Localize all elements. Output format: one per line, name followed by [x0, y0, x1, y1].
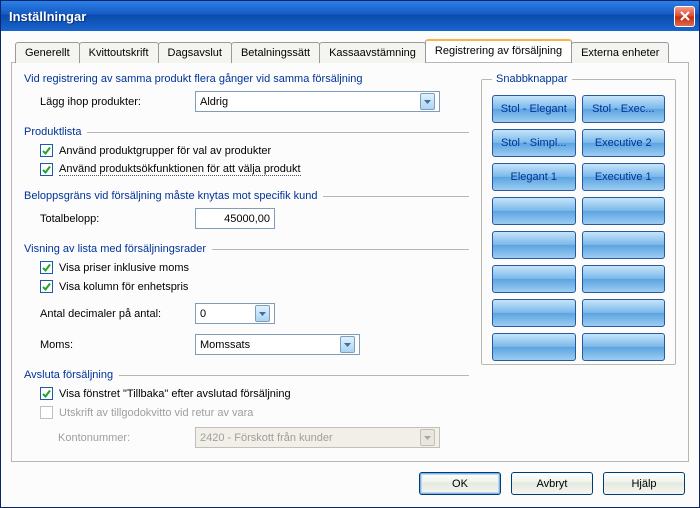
cb-back-window[interactable]: Visa fönstret "Tillbaka" efter avslutad …	[40, 387, 291, 400]
combine-select[interactable]: Aldrig	[195, 91, 440, 112]
cb-product-groups[interactable]: Använd produktgrupper för val av produkt…	[40, 144, 271, 157]
vat-label: Moms:	[40, 339, 195, 351]
acct-label: Kontonummer:	[58, 432, 195, 444]
tab-generellt[interactable]: Generellt	[15, 42, 80, 63]
section-view-title: Visning av lista med försäljningsrader	[24, 243, 206, 255]
decimals-select[interactable]: 0	[195, 303, 275, 324]
tab-dagsavslut[interactable]: Dagsavslut	[158, 42, 232, 63]
quick-button[interactable]: Stol - Simpl...	[492, 129, 576, 157]
tab-kvittoutskrift[interactable]: Kvittoutskrift	[79, 42, 159, 63]
total-label: Totalbelopp:	[40, 213, 195, 225]
combine-label: Lägg ihop produkter:	[40, 96, 195, 108]
quick-button[interactable]: Stol - Exec...	[582, 95, 666, 123]
tab-externa-enheter[interactable]: Externa enheter	[571, 42, 669, 63]
quick-button[interactable]: Stol - Elegant	[492, 95, 576, 123]
tab-kassaavstamning[interactable]: Kassaavstämning	[319, 42, 426, 63]
quick-button[interactable]	[492, 197, 576, 225]
tab-strip: Generellt Kvittoutskrift Dagsavslut Beta…	[11, 39, 689, 62]
decimals-label: Antal decimaler på antal:	[40, 308, 195, 320]
quick-button[interactable]	[582, 299, 666, 327]
tab-registrering[interactable]: Registrering av försäljning	[425, 39, 572, 62]
quick-button[interactable]	[492, 231, 576, 259]
quick-button[interactable]: Elegant 1	[492, 163, 576, 191]
acct-select: 2420 - Förskott från kunder	[195, 427, 440, 448]
vat-select[interactable]: Momssats	[195, 334, 360, 355]
section-limit-title: Beloppsgräns vid försäljning måste knyta…	[24, 190, 317, 202]
help-button[interactable]: Hjälp	[603, 472, 685, 495]
quick-button[interactable]	[582, 197, 666, 225]
tab-panel: Vid registrering av samma produkt flera …	[11, 62, 689, 462]
quick-button[interactable]	[492, 299, 576, 327]
quick-buttons-group: Snabbknappar Stol - Elegant Stol - Exec.…	[481, 73, 676, 365]
chevron-down-icon	[420, 93, 435, 110]
quick-button[interactable]	[492, 333, 576, 361]
cb-credit-receipt: Utskrift av tillgodokvitto vid retur av …	[40, 406, 253, 419]
quick-button[interactable]	[492, 265, 576, 293]
total-input[interactable]: 45000,00	[195, 208, 275, 229]
close-button[interactable]	[674, 6, 695, 27]
tab-betalningssatt[interactable]: Betalningssätt	[231, 42, 320, 63]
close-icon	[680, 11, 690, 21]
quick-button[interactable]: Executive 1	[582, 163, 666, 191]
cb-unitprice-col[interactable]: Visa kolumn för enhetspris	[40, 280, 188, 293]
chevron-down-icon	[420, 429, 435, 446]
quick-button[interactable]: Executive 2	[582, 129, 666, 157]
cb-product-search[interactable]: Använd produktsökfunktionen för att välj…	[40, 163, 301, 176]
quick-button[interactable]	[582, 231, 666, 259]
window-title: Inställningar	[9, 9, 674, 24]
section-prodlist-title: Produktlista	[24, 126, 81, 138]
quick-button[interactable]	[582, 333, 666, 361]
quick-button[interactable]	[582, 265, 666, 293]
chevron-down-icon	[340, 336, 355, 353]
cb-incl-vat[interactable]: Visa priser inklusive moms	[40, 261, 189, 274]
dialog-button-bar: OK Avbryt Hjälp	[11, 462, 689, 497]
cancel-button[interactable]: Avbryt	[511, 472, 593, 495]
chevron-down-icon	[255, 305, 270, 322]
quick-buttons-title: Snabbknappar	[492, 73, 572, 85]
ok-button[interactable]: OK	[419, 472, 501, 495]
section-reg-title: Vid registrering av samma produkt flera …	[24, 73, 363, 85]
section-end-title: Avsluta försäljning	[24, 369, 113, 381]
titlebar: Inställningar	[1, 1, 699, 31]
